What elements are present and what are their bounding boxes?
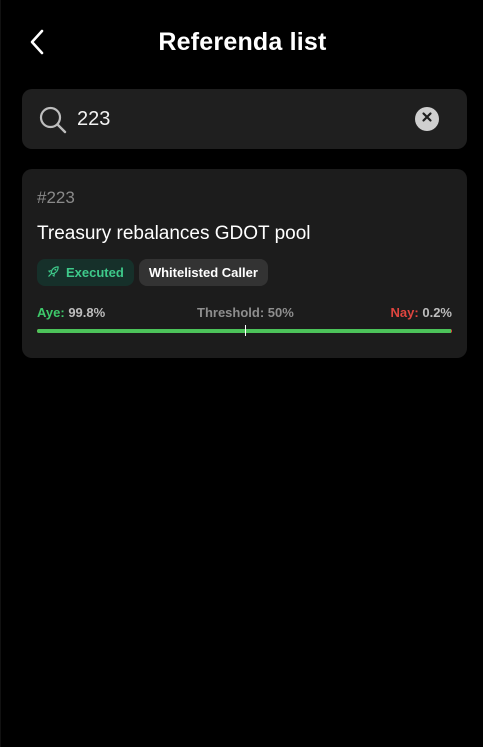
rocket-icon: [47, 265, 66, 281]
threshold-label: Threshold:: [197, 305, 265, 320]
threshold-value: 50%: [267, 305, 294, 320]
track-badge: Whitelisted Caller: [138, 259, 268, 286]
page-title: Referenda list: [158, 28, 327, 56]
nay-value: 0.2%: [422, 305, 452, 320]
votes-summary: Aye: 99.8% Threshold: 50% Nay: 0.2%: [37, 305, 452, 321]
referendum-card[interactable]: #223 Treasury rebalances GDOT pool Execu…: [22, 169, 467, 358]
search-icon: [39, 106, 67, 134]
search-box[interactable]: [22, 89, 467, 149]
status-label: Executed: [66, 265, 124, 280]
header: Referenda list: [1, 20, 483, 68]
threshold-summary: Threshold: 50%: [197, 305, 294, 320]
vote-progress-bar: [37, 325, 452, 336]
search-input[interactable]: [77, 103, 397, 135]
referendum-id: #223: [37, 188, 75, 207]
aye-label: Aye:: [37, 305, 65, 320]
clear-search-button[interactable]: [415, 107, 439, 131]
status-badge: Executed: [37, 259, 134, 286]
aye-summary: Aye: 99.8%: [37, 305, 105, 320]
threshold-marker: [244, 325, 246, 336]
referendum-title: Treasury rebalances GDOT pool: [37, 223, 311, 244]
badge-row: Executed Whitelisted Caller: [37, 259, 268, 286]
aye-value: 99.8%: [68, 305, 106, 320]
app-screen: Referenda list #223 Treasury rebalances …: [0, 0, 483, 747]
nay-summary: Nay: 0.2%: [391, 305, 452, 320]
nay-label: Nay:: [390, 305, 419, 320]
clear-icon: [421, 110, 433, 128]
